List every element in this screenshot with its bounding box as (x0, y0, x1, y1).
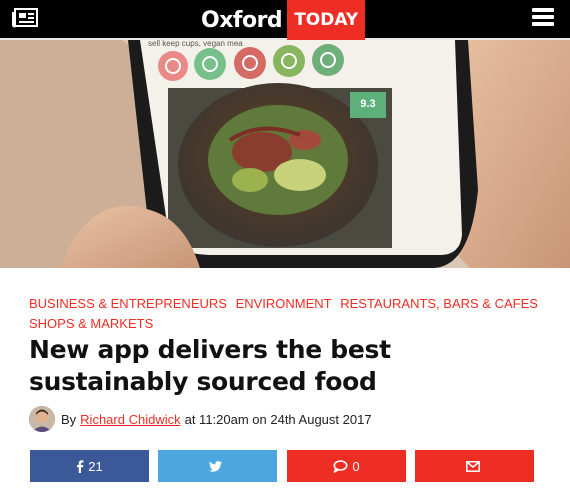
site-logo[interactable]: Oxford TODAY (201, 0, 366, 40)
hamburger-menu-icon[interactable] (532, 8, 554, 28)
logo-oxford-text: Oxford (201, 7, 283, 33)
comment-icon (333, 459, 348, 473)
category-business[interactable]: BUSINESS & ENTREPRENEURS (29, 296, 227, 311)
newspaper-icon[interactable] (12, 8, 38, 28)
category-list: BUSINESS & ENTREPRENEURS ENVIRONMENT RES… (29, 294, 549, 334)
byline-prefix: By (61, 411, 77, 427)
logo-today-text: TODAY (287, 0, 366, 40)
comments-count: 0 (352, 458, 360, 474)
comments-button[interactable]: 0 (287, 450, 406, 482)
site-header: Oxford TODAY (0, 0, 570, 40)
category-restaurants[interactable]: RESTAURANTS, BARS & CAFES (340, 296, 538, 311)
author-avatar (29, 406, 55, 432)
facebook-icon (77, 459, 84, 473)
hero-image: sell keep cups, vegan mea 9.3 (0, 40, 570, 268)
email-share-button[interactable] (415, 450, 534, 482)
screen-caption-text: sell keep cups, vegan mea (148, 40, 243, 48)
author-link[interactable]: Richard Chidwick (80, 412, 180, 427)
category-shops[interactable]: SHOPS & MARKETS (29, 316, 153, 331)
facebook-share-button[interactable]: 21 (30, 450, 149, 482)
publish-date: at 11:20am on 24th August 2017 (184, 411, 372, 427)
byline: By Richard Chidwick at 11:20am on 24th A… (29, 405, 372, 433)
twitter-icon (209, 460, 222, 472)
twitter-share-button[interactable] (158, 450, 277, 482)
facebook-share-count: 21 (88, 458, 103, 474)
article-title: New app delivers the best sustainably so… (29, 335, 391, 396)
envelope-icon (465, 460, 480, 472)
category-environment[interactable]: ENVIRONMENT (236, 296, 332, 311)
rating-badge-text: 9.3 (360, 98, 375, 110)
